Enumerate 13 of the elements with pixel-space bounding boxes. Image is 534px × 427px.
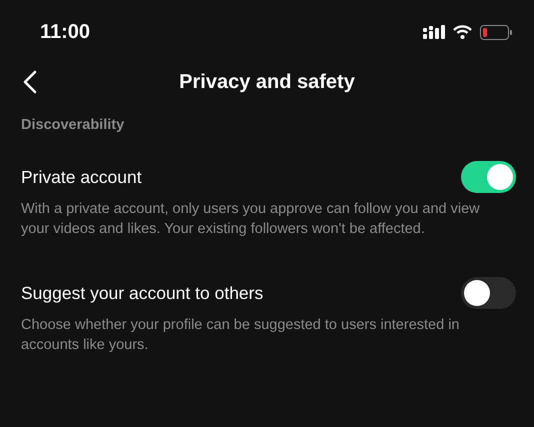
page-title: Privacy and safety	[179, 70, 355, 94]
setting-label: Suggest your account to others	[21, 282, 264, 304]
setting-label: Private account	[21, 166, 142, 188]
setting-description: With a private account, only users you approve can follow you and view your videos and likes. Your existing followers won't be affected.	[21, 200, 481, 239]
section-heading: Discoverability	[21, 117, 126, 133]
setting-description: Choose whether your profile can be suggested to users interested in accounts like yours.	[21, 316, 460, 355]
toggle-switch[interactable]	[461, 161, 516, 193]
battery-icon	[480, 24, 512, 40]
toggle-switch[interactable]	[461, 277, 516, 309]
signal-icon	[423, 25, 445, 39]
wifi-icon	[453, 25, 472, 39]
back-icon[interactable]	[23, 70, 37, 94]
status-time: 11:00	[40, 20, 90, 44]
